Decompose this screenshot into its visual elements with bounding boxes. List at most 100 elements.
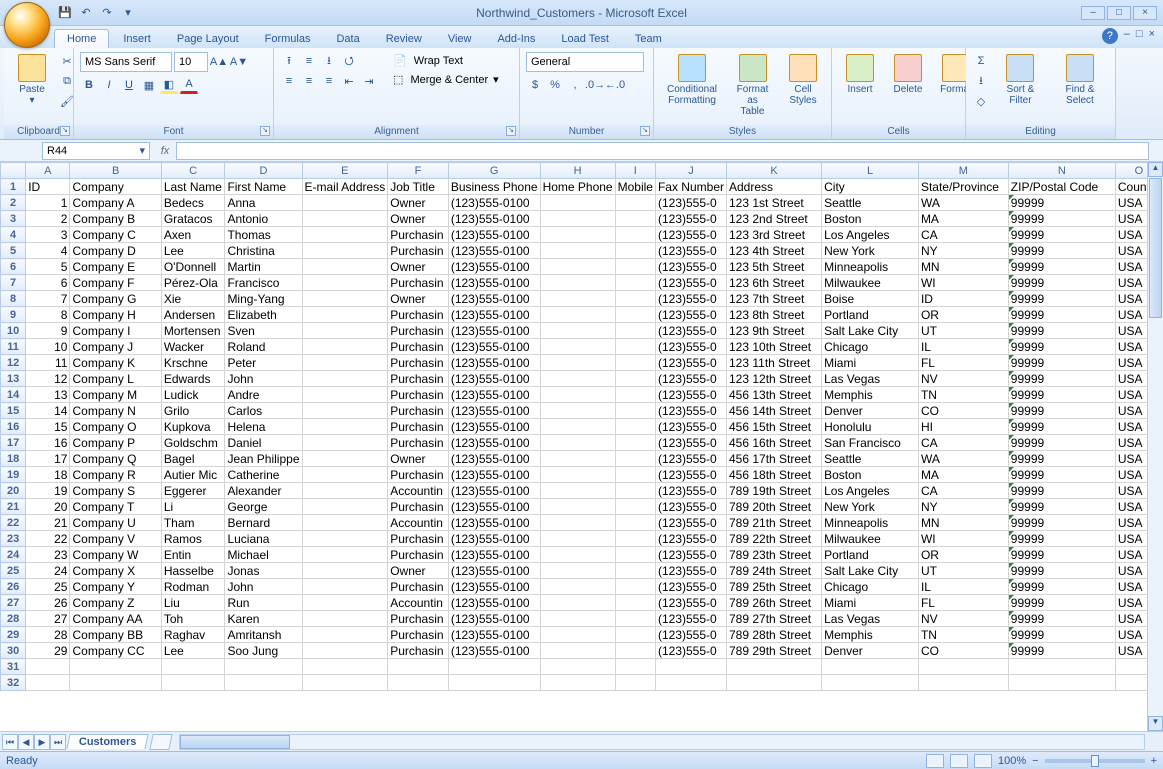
cell[interactable]: Miami xyxy=(822,595,919,611)
col-header-M[interactable]: M xyxy=(918,163,1008,179)
cell[interactable]: Company J xyxy=(70,339,161,355)
cell[interactable] xyxy=(26,659,70,675)
cell[interactable]: Company N xyxy=(70,403,161,419)
col-header-A[interactable]: A xyxy=(26,163,70,179)
cell[interactable]: Company E xyxy=(70,259,161,275)
cell[interactable]: Company S xyxy=(70,483,161,499)
cell[interactable]: (123)555-0 xyxy=(655,467,726,483)
cell[interactable]: Eggerer xyxy=(161,483,225,499)
cell[interactable]: Sven xyxy=(225,323,302,339)
col-header-E[interactable]: E xyxy=(302,163,388,179)
cell[interactable]: Company M xyxy=(70,387,161,403)
cell[interactable] xyxy=(540,307,615,323)
cell[interactable]: 123 5th Street xyxy=(727,259,822,275)
cell[interactable] xyxy=(540,211,615,227)
cell[interactable]: Company X xyxy=(70,563,161,579)
cell[interactable]: Andre xyxy=(225,387,302,403)
cell[interactable]: 16 xyxy=(26,435,70,451)
cell[interactable]: Owner xyxy=(388,451,449,467)
cell[interactable] xyxy=(822,659,919,675)
cell[interactable] xyxy=(540,387,615,403)
cell[interactable]: CO xyxy=(918,643,1008,659)
col-header-H[interactable]: H xyxy=(540,163,615,179)
cell[interactable]: Company B xyxy=(70,211,161,227)
cell[interactable]: Jean Philippe xyxy=(225,451,302,467)
cell[interactable]: 4 xyxy=(26,243,70,259)
cell[interactable]: 456 18th Street xyxy=(727,467,822,483)
cell[interactable]: OR xyxy=(918,547,1008,563)
cell[interactable]: TN xyxy=(918,387,1008,403)
cell[interactable] xyxy=(540,195,615,211)
cell[interactable]: WI xyxy=(918,531,1008,547)
cell[interactable]: 99999 xyxy=(1008,451,1115,467)
cell[interactable]: (123)555-0 xyxy=(655,227,726,243)
cell[interactable] xyxy=(540,611,615,627)
cell[interactable] xyxy=(540,675,615,691)
cell[interactable] xyxy=(615,467,655,483)
align-bottom-icon[interactable]: ⭳ xyxy=(320,52,338,70)
cell[interactable]: Las Vegas xyxy=(822,371,919,387)
find-select-button[interactable]: Find & Select xyxy=(1051,52,1109,108)
row-header-10[interactable]: 10 xyxy=(1,323,26,339)
cell[interactable]: NV xyxy=(918,611,1008,627)
row-header-21[interactable]: 21 xyxy=(1,499,26,515)
cell[interactable]: Company G xyxy=(70,291,161,307)
cell[interactable]: Purchasin xyxy=(388,627,449,643)
cell[interactable]: 21 xyxy=(26,515,70,531)
cell[interactable] xyxy=(302,403,388,419)
cell[interactable]: MN xyxy=(918,259,1008,275)
cell[interactable]: 99999 xyxy=(1008,467,1115,483)
cell[interactable]: Company C xyxy=(70,227,161,243)
cell[interactable]: 23 xyxy=(26,547,70,563)
cell[interactable] xyxy=(302,339,388,355)
cell[interactable]: (123)555-0 xyxy=(655,291,726,307)
cell[interactable] xyxy=(302,307,388,323)
cell[interactable]: Company CC xyxy=(70,643,161,659)
cell[interactable]: (123)555-0 xyxy=(655,643,726,659)
currency-icon[interactable]: $ xyxy=(526,76,544,94)
cell[interactable]: (123)555-0100 xyxy=(448,547,540,563)
cell[interactable]: 789 22th Street xyxy=(727,531,822,547)
cell[interactable] xyxy=(615,323,655,339)
cell[interactable]: (123)555-0100 xyxy=(448,403,540,419)
cell[interactable]: (123)555-0100 xyxy=(448,595,540,611)
autosum-icon[interactable]: Σ xyxy=(972,52,990,70)
row-header-12[interactable]: 12 xyxy=(1,355,26,371)
cell[interactable]: Last Name xyxy=(161,179,225,195)
cell[interactable]: Purchasin xyxy=(388,531,449,547)
cell[interactable]: 26 xyxy=(26,595,70,611)
save-icon[interactable]: 💾 xyxy=(56,4,74,22)
cell[interactable] xyxy=(540,531,615,547)
cell[interactable]: WA xyxy=(918,451,1008,467)
cell[interactable] xyxy=(727,659,822,675)
cell[interactable] xyxy=(448,659,540,675)
cell[interactable]: 99999 xyxy=(1008,259,1115,275)
worksheet-grid[interactable]: ABCDEFGHIJKLMNO1IDCompanyLast NameFirst … xyxy=(0,162,1163,731)
row-header-7[interactable]: 7 xyxy=(1,275,26,291)
cell[interactable]: Raghav xyxy=(161,627,225,643)
cell[interactable] xyxy=(615,371,655,387)
cell[interactable]: (123)555-0 xyxy=(655,611,726,627)
delete-cells-button[interactable]: Delete xyxy=(886,52,930,97)
cell[interactable] xyxy=(540,467,615,483)
cell[interactable]: Chicago xyxy=(822,339,919,355)
cell[interactable]: Boston xyxy=(822,211,919,227)
cell[interactable]: Company D xyxy=(70,243,161,259)
cell[interactable]: Company O xyxy=(70,419,161,435)
cell[interactable] xyxy=(655,675,726,691)
row-header-6[interactable]: 6 xyxy=(1,259,26,275)
cell[interactable]: WA xyxy=(918,195,1008,211)
cell[interactable]: Purchasin xyxy=(388,227,449,243)
hscroll-thumb[interactable] xyxy=(180,735,290,749)
cell[interactable]: Li xyxy=(161,499,225,515)
cell[interactable]: (123)555-0100 xyxy=(448,435,540,451)
cell[interactable]: George xyxy=(225,499,302,515)
cell[interactable]: Memphis xyxy=(822,627,919,643)
row-header-8[interactable]: 8 xyxy=(1,291,26,307)
col-header-L[interactable]: L xyxy=(822,163,919,179)
align-left-icon[interactable]: ≡ xyxy=(280,72,298,90)
cell[interactable]: Purchasin xyxy=(388,339,449,355)
cell[interactable] xyxy=(615,547,655,563)
cell[interactable]: Tham xyxy=(161,515,225,531)
increase-decimal-icon[interactable]: .0→ xyxy=(586,76,604,94)
